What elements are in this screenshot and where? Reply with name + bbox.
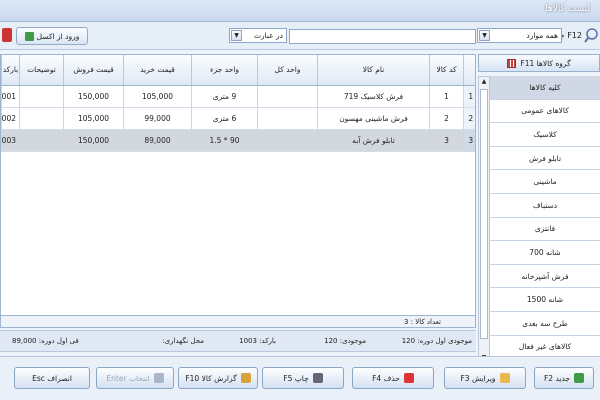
group-item[interactable]: 700 شانه xyxy=(490,241,600,265)
excel-import-button[interactable]: ورود از اکسل xyxy=(16,27,88,45)
stock: موجودی: 120 xyxy=(324,337,366,345)
pencil-icon xyxy=(499,373,510,383)
header-unit-total[interactable]: واحد کل xyxy=(257,55,318,86)
table-row[interactable]: 33تابلو فرش آبه90 * 1.589,000150,0001003 xyxy=(1,129,475,152)
first-price: فی اول دوره: 89,000 xyxy=(12,337,79,345)
cell-desc xyxy=(19,107,64,130)
table-row[interactable]: 11فرش کلاسیک 7199 متری105,000150,0001001 xyxy=(1,85,475,108)
cell-unit-part: 6 متری xyxy=(191,107,258,130)
group-item[interactable]: ماشینی xyxy=(490,170,600,194)
cell-name: فرش ماشینی مهسون xyxy=(317,107,430,130)
group-item[interactable]: تابلو فرش xyxy=(490,146,600,171)
item-count: تعداد کالا : 3 xyxy=(0,316,476,328)
delete-button[interactable]: حذف F4 xyxy=(352,367,434,389)
group-item[interactable]: کلاسیک xyxy=(490,123,600,147)
groups-header[interactable]: گروه کالاها F11 xyxy=(478,54,600,72)
new-button[interactable]: جدید F2 xyxy=(534,367,594,389)
search-input[interactable] xyxy=(289,29,476,44)
cell-sell: 150,000 xyxy=(63,129,124,152)
cell-buy: 89,000 xyxy=(123,129,192,152)
collapse-icon[interactable]: – xyxy=(547,2,552,13)
cell-unit-total xyxy=(257,129,318,152)
delete-icon xyxy=(403,373,414,383)
header-unit-part[interactable]: واحد جزء xyxy=(191,55,258,86)
cell-barcode: 1001 xyxy=(1,85,20,108)
row-number[interactable]: 3 xyxy=(463,129,475,152)
printer-icon xyxy=(312,373,323,383)
cell-desc xyxy=(19,85,64,108)
excel-icon xyxy=(24,31,34,41)
cell-sell: 150,000 xyxy=(63,85,124,108)
mode-select-value: در عبارت xyxy=(253,31,283,40)
action-bar: جدید F2 ویرایش F3 حذف F4 چاپ F5 گزارش کا… xyxy=(0,356,600,400)
location-info: محل نگهداری: xyxy=(162,337,204,345)
cancel-button[interactable]: انصراف Esc xyxy=(14,367,90,389)
chevron-down-icon: ▼ xyxy=(479,30,490,41)
info-bar: موجودی اول دوره: 120 موجودی: 120 بارکد: … xyxy=(0,330,476,352)
table-row[interactable]: 22فرش ماشینی مهسون6 متری99,000105,000100… xyxy=(1,107,475,130)
header-code[interactable]: کد کالا xyxy=(429,55,464,86)
cell-desc xyxy=(19,129,64,152)
check-icon xyxy=(153,373,164,383)
cell-name: تابلو فرش آبه xyxy=(317,129,430,152)
groups-scrollbar[interactable]: ▲ ▼ xyxy=(478,76,490,364)
header-sell-price[interactable]: قیمت فروش xyxy=(63,55,124,86)
cell-unit-part: 9 متری xyxy=(191,85,258,108)
groups-list: کلیه کالاها کالاهای عمومی کلاسیک تابلو فرش م… xyxy=(490,76,600,364)
cell-code: 1 xyxy=(429,85,464,108)
report-button[interactable]: گزارش کالا F10 xyxy=(178,367,258,389)
first-stock: موجودی اول دوره: 120 xyxy=(401,337,472,345)
window-titlebar: لیست کالاها – xyxy=(0,0,600,22)
cell-buy: 105,000 xyxy=(123,85,192,108)
scroll-thumb[interactable] xyxy=(480,89,488,339)
cell-unit-total xyxy=(257,107,318,130)
scroll-up-icon[interactable]: ▲ xyxy=(479,77,489,87)
table-header: کد کالا نام کالا واحد کل واحد جزء قیمت خ… xyxy=(1,55,475,86)
header-barcode[interactable]: بارکد xyxy=(1,55,20,86)
scope-select-value: همه موارد xyxy=(526,31,558,40)
group-item[interactable]: کالاهای عمومی xyxy=(490,99,600,124)
row-number[interactable]: 2 xyxy=(463,107,475,130)
cell-unit-part: 90 * 1.5 xyxy=(191,129,258,152)
cell-buy: 99,000 xyxy=(123,107,192,130)
plus-icon xyxy=(574,373,585,383)
group-item[interactable]: فانتزی xyxy=(490,217,600,242)
cell-name: فرش کلاسیک 719 xyxy=(317,85,430,108)
header-description[interactable]: توضیحات xyxy=(19,55,64,86)
chevron-down-icon: ▼ xyxy=(231,30,242,41)
cell-code: 2 xyxy=(429,107,464,130)
cell-unit-total xyxy=(257,85,318,108)
edit-button[interactable]: ویرایش F3 xyxy=(444,367,526,389)
items-table: کد کالا نام کالا واحد کل واحد جزء قیمت خ… xyxy=(0,54,476,316)
mode-select[interactable]: در عبارت ▼ xyxy=(229,28,287,43)
group-item[interactable]: فرش آشپزخانه xyxy=(490,264,600,289)
barcode-info: بارکد: 1003 xyxy=(239,337,276,345)
group-item[interactable]: دستباف xyxy=(490,193,600,218)
cell-barcode: 1002 xyxy=(1,107,20,130)
exit-icon[interactable] xyxy=(2,28,12,42)
row-number[interactable]: 1 xyxy=(463,85,475,108)
group-item[interactable]: کلیه کالاها xyxy=(490,76,600,100)
header-row-num xyxy=(463,55,475,86)
scope-select[interactable]: همه موارد ▼ xyxy=(477,28,562,43)
select-button[interactable]: انتخاب Enter xyxy=(96,367,174,389)
report-icon xyxy=(240,373,251,383)
cell-barcode: 1003 xyxy=(1,129,20,152)
search-icon[interactable] xyxy=(584,27,598,43)
header-buy-price[interactable]: قیمت خرید xyxy=(123,55,192,86)
group-item[interactable]: 1500 شانه xyxy=(490,288,600,312)
print-button[interactable]: چاپ F5 xyxy=(262,367,344,389)
cell-sell: 105,000 xyxy=(63,107,124,130)
header-name[interactable]: نام کالا xyxy=(317,55,430,86)
cell-code: 3 xyxy=(429,129,464,152)
grid-icon xyxy=(507,58,517,68)
group-item[interactable]: طرح سه بعدی xyxy=(490,311,600,336)
search-bar: جستجو F12 همه موارد ▼ در عبارت ▼ ورود از… xyxy=(0,22,600,50)
